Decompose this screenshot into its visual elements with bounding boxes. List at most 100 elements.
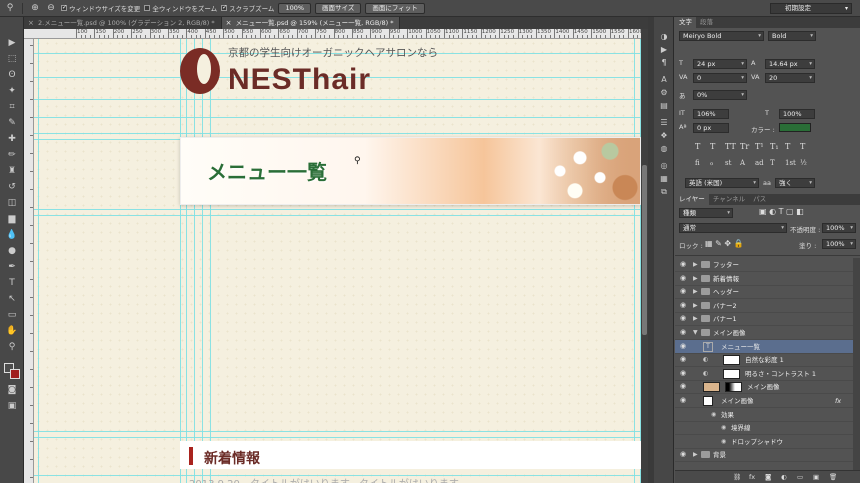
zoom-tool-icon[interactable]: ⚲ (3, 341, 21, 354)
opentype-button[interactable]: 1st (785, 159, 796, 167)
document-tab[interactable]: × メニュー一覧.psd @ 159% (メニュー一覧, RGB/8) * (221, 17, 401, 29)
trash-icon[interactable]: 🗑 (829, 473, 837, 481)
tab-channels[interactable]: チャンネル (709, 194, 749, 205)
layer-row[interactable]: ◉ T メニュー一覧 (675, 339, 853, 354)
layer-row[interactable]: ◉ ドロップシャドウ (675, 435, 853, 449)
type-style-button[interactable]: T (710, 142, 715, 151)
blend-mode-select[interactable]: 通常 ▾ (679, 223, 787, 233)
type-style-button[interactable]: TT (725, 142, 736, 151)
marquee-tool-icon[interactable]: ⬚ (3, 53, 21, 66)
eye-icon[interactable]: ◉ (680, 260, 690, 269)
opentype-button[interactable]: ℴ (710, 159, 713, 167)
eye-icon[interactable]: ◉ (680, 382, 690, 391)
zoom-100-button[interactable]: 100% (278, 2, 312, 14)
opentype-button[interactable]: A (740, 159, 745, 167)
character-styles-icon[interactable]: A (657, 74, 671, 86)
type-style-button[interactable]: T (785, 142, 790, 151)
clone-stamp-icon[interactable]: ♜ (3, 165, 21, 178)
layer-row[interactable]: ◉ メイン画像 (675, 380, 853, 395)
opentype-button[interactable]: T (770, 159, 775, 167)
kerning-field[interactable]: 0 ▾ (693, 73, 747, 83)
eraser-tool-icon[interactable]: ◫ (3, 197, 21, 210)
background-color-swatch[interactable] (10, 369, 20, 379)
zoom-out-icon[interactable]: ⊖ (45, 3, 57, 14)
layers-scrollbar[interactable] (853, 258, 860, 470)
scrollbar-thumb[interactable] (642, 165, 647, 335)
document-canvas[interactable]: 京都の学生向けオーガニックヘアサロンなら NESThair メニュー一覧 ⚲ 新… (34, 39, 641, 483)
layer-row[interactable]: ◉ 境界線 (675, 421, 853, 436)
quick-mask-icon[interactable]: ◙ (3, 384, 21, 397)
layer-row[interactable]: ◉ ◐ 自然な彩度 1 (675, 353, 853, 368)
type-tool-icon[interactable]: T (3, 277, 21, 290)
eye-icon[interactable]: ◉ (680, 314, 690, 323)
zoom-all-windows-checkbox[interactable]: 全ウィンドウをズーム (144, 3, 217, 13)
font-family-select[interactable]: Meiryo Bold ▾ (679, 31, 764, 41)
tsume-field[interactable]: 0% ▾ (693, 90, 747, 100)
canvas-vertical-scrollbar[interactable] (641, 29, 648, 483)
type-style-button[interactable]: T₁ (770, 142, 779, 151)
new-layer-icon[interactable]: ▣ (813, 473, 819, 481)
healing-brush-icon[interactable]: ✚ (3, 133, 21, 146)
chevron-down-icon[interactable]: ▼ (693, 326, 698, 340)
language-select[interactable]: 英語 (米国) ▾ (685, 178, 759, 188)
chevron-right-icon[interactable]: ▶ (693, 299, 698, 313)
lock-icons[interactable]: ▦ ✎ ✥ 🔒 (705, 239, 744, 248)
eye-icon[interactable]: ◉ (680, 287, 690, 296)
eye-icon[interactable]: ◉ (680, 396, 690, 405)
eye-icon[interactable]: ◉ (680, 328, 690, 337)
layer-row[interactable]: ◉ ▶ 新着情報 (675, 272, 853, 286)
horizontal-scale-field[interactable]: 100% (779, 109, 815, 119)
navigator-icon[interactable]: ❖ (657, 130, 671, 142)
chevron-right-icon[interactable]: ▶ (693, 258, 698, 272)
eye-icon[interactable]: ◉ (680, 301, 690, 310)
path-select-icon[interactable]: ↖ (3, 293, 21, 306)
blur-tool-icon[interactable]: 💧 (3, 229, 21, 242)
brushes-icon[interactable]: ▤ (657, 100, 671, 112)
lasso-tool-icon[interactable]: ʘ (3, 69, 21, 82)
layer-comps-icon[interactable]: ☰ (657, 117, 671, 129)
chevron-right-icon[interactable]: ▶ (693, 285, 698, 299)
tab-paragraph[interactable]: 段落 (696, 17, 717, 28)
layer-row[interactable]: ◉ メイン画像 fx (675, 394, 853, 408)
actual-pixels-button[interactable]: 画面サイズ (315, 2, 362, 14)
opentype-button[interactable]: st (725, 159, 731, 167)
type-style-button[interactable]: T¹ (755, 142, 764, 151)
antialias-select[interactable]: 強く ▾ (775, 178, 815, 188)
vertical-scale-field[interactable]: 106% (693, 109, 729, 119)
zoom-in-icon[interactable]: ⊕ (29, 3, 41, 14)
eye-icon[interactable]: ◉ (680, 274, 690, 283)
close-icon[interactable]: × (226, 17, 232, 29)
pen-tool-icon[interactable]: ✒ (3, 261, 21, 274)
leading-field[interactable]: 14.64 px ▾ (765, 59, 815, 69)
type-style-button[interactable]: Tr (740, 142, 749, 151)
eye-icon[interactable]: ◉ (680, 450, 690, 459)
eye-icon[interactable]: ◉ (680, 355, 690, 364)
tool-presets-icon[interactable]: ⚙ (657, 87, 671, 99)
chevron-right-icon[interactable]: ▶ (693, 448, 698, 462)
actions-icon[interactable]: ▶ (657, 44, 671, 56)
gradient-tool-icon[interactable]: ▆ (3, 213, 21, 226)
vertical-ruler[interactable] (24, 39, 34, 483)
layer-row[interactable]: ◉ ▶ ヘッダー (675, 285, 853, 300)
font-size-field[interactable]: 24 px ▾ (693, 59, 747, 69)
screen-mode-icon[interactable]: ▣ (3, 400, 21, 413)
tab-character[interactable]: 文字 (675, 17, 696, 28)
move-tool-icon[interactable]: ▶ (3, 37, 21, 50)
layer-filter-select[interactable]: 種類 ▾ (679, 208, 733, 218)
text-color-swatch[interactable] (779, 123, 811, 132)
adjustments-icon[interactable]: ▦ (657, 173, 671, 185)
eye-icon[interactable]: ◉ (680, 369, 690, 378)
tab-paths[interactable]: パス (749, 194, 770, 205)
opacity-field[interactable]: 100% ▾ (822, 223, 856, 233)
effect-eye-icon[interactable]: ◉ (721, 435, 726, 449)
history-brush-icon[interactable]: ↺ (3, 181, 21, 194)
crop-tool-icon[interactable]: ⌗ (3, 101, 21, 114)
color-icon[interactable]: ◍ (657, 143, 671, 155)
new-group-icon[interactable]: ▭ (797, 473, 803, 481)
baseline-shift-field[interactable]: 0 px (693, 123, 729, 133)
layer-row[interactable]: ◉ ▶ バナー2 (675, 299, 853, 313)
filter-icons[interactable]: ▣ ◐ T ▢ ◧ (759, 207, 804, 216)
paragraph-styles-icon[interactable]: ¶ (657, 57, 671, 69)
layer-row[interactable]: ◉ 効果 (675, 408, 853, 422)
eyedropper-tool-icon[interactable]: ✎ (3, 117, 21, 130)
